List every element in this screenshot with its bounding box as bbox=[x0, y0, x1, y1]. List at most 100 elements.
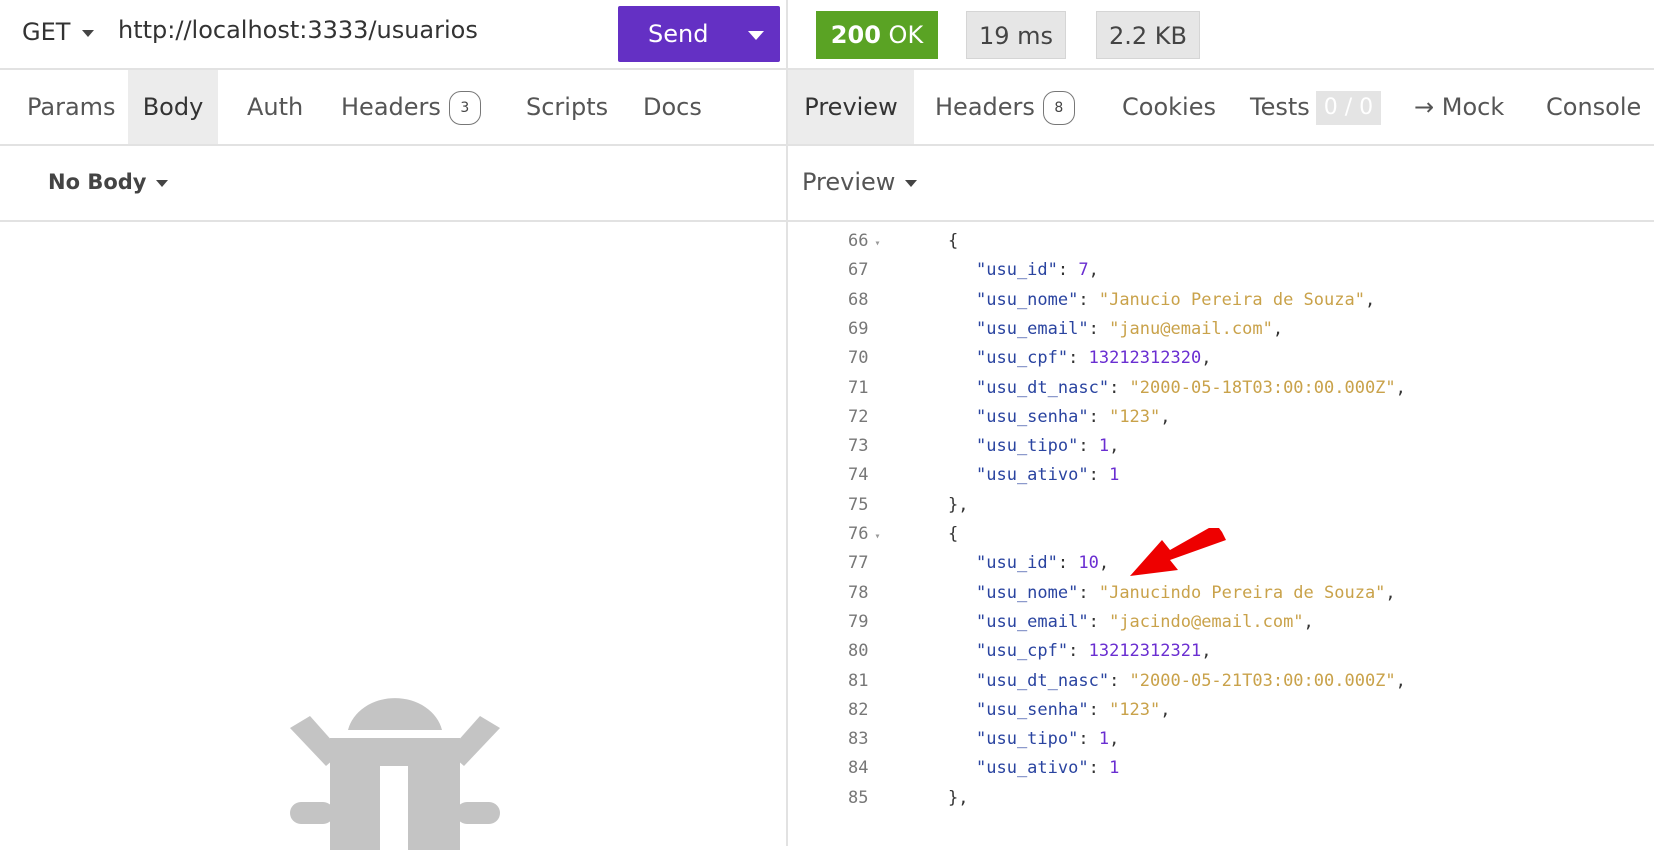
chevron-down-icon bbox=[905, 179, 918, 187]
code-line: 79 "usu_email": "jacindo@email.com", bbox=[788, 607, 1654, 638]
response-headers-count-badge: 8 bbox=[1042, 91, 1075, 125]
send-options-chevron-icon[interactable] bbox=[748, 31, 764, 40]
json-token: "123" bbox=[1109, 406, 1161, 427]
line-number: 66 ▾ bbox=[848, 231, 881, 251]
json-token: "janu@email.com" bbox=[1109, 318, 1273, 339]
fold-toggle-icon[interactable]: ▾ bbox=[874, 238, 880, 249]
tab-cookies[interactable]: Cookies bbox=[1122, 70, 1216, 144]
body-mode-dropdown[interactable]: No Body bbox=[48, 170, 169, 194]
code-text: "usu_dt_nasc": "2000-05-21T03:00:00.000Z… bbox=[976, 666, 1406, 697]
json-token: : bbox=[1088, 699, 1110, 720]
tab-label: → Mock bbox=[1414, 93, 1505, 121]
json-token: "2000-05-18T03:00:00.000Z" bbox=[1129, 377, 1396, 398]
code-text: "usu_nome": "Janucindo Pereira de Souza"… bbox=[976, 578, 1396, 609]
json-token: "2000-05-21T03:00:00.000Z" bbox=[1129, 670, 1396, 691]
tab-mock[interactable]: → Mock bbox=[1414, 70, 1504, 144]
tab-docs[interactable]: Docs bbox=[643, 70, 702, 144]
line-number: 75 bbox=[848, 494, 869, 515]
tab-auth[interactable]: Auth bbox=[247, 70, 303, 144]
json-token: : bbox=[1078, 582, 1099, 603]
line-number: 69 bbox=[848, 318, 869, 339]
code-line: 80 "usu_cpf": 13212312321, bbox=[788, 636, 1654, 667]
json-token: : bbox=[1068, 641, 1089, 662]
preview-mode-dropdown[interactable]: Preview bbox=[802, 168, 918, 196]
json-token: 1 bbox=[1109, 758, 1120, 779]
code-line: 81 "usu_dt_nasc": "2000-05-21T03:00:00.00… bbox=[788, 666, 1654, 697]
tab-params[interactable]: Params bbox=[27, 70, 116, 144]
code-line: 75}, bbox=[788, 490, 1654, 521]
send-button[interactable]: Send bbox=[618, 6, 780, 62]
response-size: 2.2 KB bbox=[1096, 11, 1200, 59]
json-token: "usu_dt_nasc" bbox=[976, 670, 1110, 691]
code-text: "usu_id": 10, bbox=[976, 548, 1109, 579]
body-mode-label: No Body bbox=[48, 170, 147, 194]
code-line: 83 "usu_tipo": 1, bbox=[788, 724, 1654, 755]
json-token: { bbox=[948, 524, 959, 544]
response-status-bar: 200 OK 19 ms 2.2 KB bbox=[788, 0, 1654, 70]
code-line: 70 "usu_cpf": 13212312320, bbox=[788, 343, 1654, 374]
line-number: 72 bbox=[848, 406, 869, 427]
method-label: GET bbox=[22, 18, 71, 46]
code-text: }, bbox=[948, 490, 968, 521]
json-token: "usu_email" bbox=[976, 611, 1089, 632]
code-text: "usu_id": 7, bbox=[976, 255, 1099, 286]
json-token: "usu_ativo" bbox=[976, 465, 1089, 486]
json-token: , bbox=[1160, 699, 1171, 720]
code-text: "usu_cpf": 13212312321, bbox=[976, 636, 1211, 667]
fold-toggle-icon[interactable]: ▾ bbox=[874, 531, 880, 542]
json-token: : bbox=[1088, 406, 1110, 427]
json-token: : bbox=[1088, 611, 1110, 632]
json-token: , bbox=[1272, 318, 1284, 339]
json-token: "Janucindo Pereira de Souza" bbox=[1098, 582, 1386, 603]
response-tabs: Preview Headers 8 Cookies Tests 0 / 0 → Mo… bbox=[788, 70, 1654, 146]
code-line: 68 "usu_nome": "Janucio Pereira de Souza"… bbox=[788, 285, 1654, 316]
json-token: , bbox=[1160, 406, 1171, 427]
code-line: 71 "usu_dt_nasc": "2000-05-18T03:00:00.00… bbox=[788, 373, 1654, 404]
code-text: }, bbox=[948, 783, 968, 814]
json-token: "usu_nome" bbox=[976, 289, 1079, 310]
tab-label: Docs bbox=[643, 93, 702, 121]
tab-body[interactable]: Body bbox=[128, 70, 218, 144]
json-token: "Janucio Pereira de Souza" bbox=[1098, 289, 1365, 310]
line-number: 67 bbox=[848, 260, 869, 281]
json-token: , bbox=[1364, 289, 1376, 310]
json-token: "usu_nome" bbox=[976, 582, 1079, 603]
code-text: "usu_email": "janu@email.com", bbox=[976, 314, 1283, 345]
json-token: 1 bbox=[1098, 436, 1110, 457]
json-token: : bbox=[1088, 318, 1110, 339]
tab-console[interactable]: Console bbox=[1546, 70, 1641, 144]
tab-scripts[interactable]: Scripts bbox=[526, 70, 608, 144]
response-pane: 200 OK 19 ms 2.2 KB Preview Headers 8 Coo… bbox=[788, 0, 1654, 846]
code-text: "usu_nome": "Janucio Pereira de Souza", bbox=[976, 285, 1375, 316]
code-text: "usu_email": "jacindo@email.com", bbox=[976, 607, 1314, 638]
json-token: 1 bbox=[1109, 465, 1120, 486]
json-token: "usu_senha" bbox=[976, 699, 1089, 720]
code-line: 85}, bbox=[788, 783, 1654, 814]
line-number: 81 bbox=[848, 670, 869, 691]
body-mode-bar: No Body bbox=[0, 146, 787, 222]
code-line: 82 "usu_senha": "123", bbox=[788, 695, 1654, 726]
tab-preview[interactable]: Preview bbox=[788, 70, 914, 144]
method-dropdown[interactable]: GET bbox=[22, 18, 95, 46]
tab-label: Preview bbox=[804, 93, 898, 121]
code-line: 74 "usu_ativo": 1 bbox=[788, 460, 1654, 491]
url-input[interactable]: http://localhost:3333/usuarios bbox=[118, 16, 478, 44]
json-token: , bbox=[1385, 582, 1396, 603]
line-number: 80 bbox=[848, 641, 869, 662]
request-url-bar: GET http://localhost:3333/usuarios Send bbox=[0, 0, 787, 70]
json-token: : bbox=[1068, 348, 1089, 369]
preview-mode-bar: Preview bbox=[788, 146, 1654, 222]
line-number: 76 ▾ bbox=[848, 524, 881, 544]
json-token: , bbox=[1395, 377, 1406, 398]
tab-label: Body bbox=[142, 93, 204, 121]
response-time: 19 ms bbox=[966, 11, 1066, 59]
json-token: "usu_tipo" bbox=[976, 436, 1079, 457]
code-text: { bbox=[948, 226, 958, 257]
tab-tests[interactable]: Tests 0 / 0 bbox=[1250, 70, 1382, 144]
tab-headers[interactable]: Headers 3 bbox=[341, 70, 481, 144]
code-text: "usu_ativo": 1 bbox=[976, 753, 1119, 784]
tab-response-headers[interactable]: Headers 8 bbox=[935, 70, 1075, 144]
tab-label: Cookies bbox=[1122, 93, 1216, 121]
tab-label: Params bbox=[27, 93, 116, 121]
json-token: "123" bbox=[1109, 699, 1161, 720]
